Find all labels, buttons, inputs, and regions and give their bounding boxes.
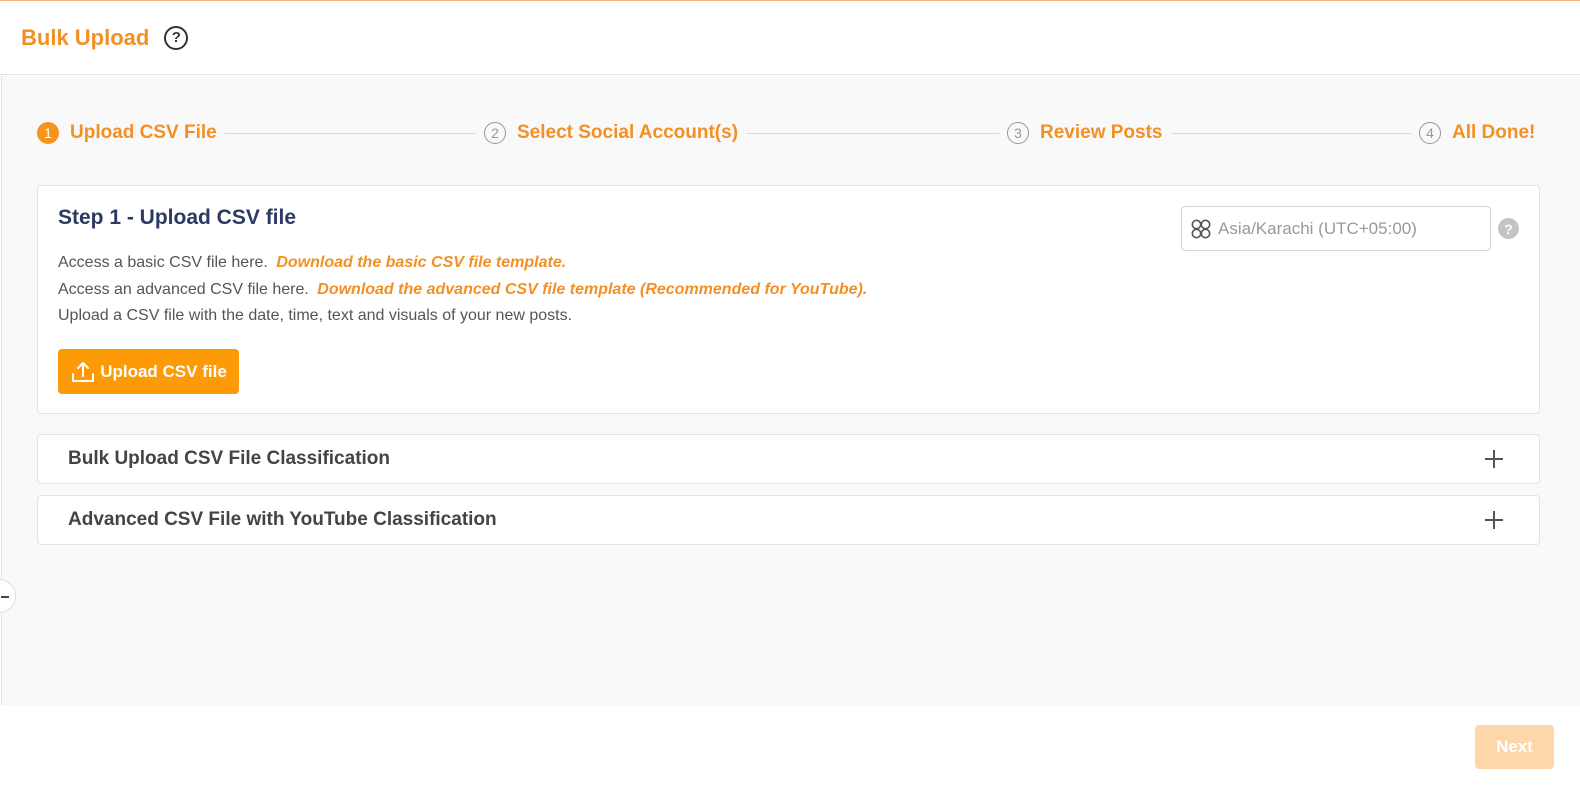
- timezone-value: Asia/Karachi (UTC+05:00): [1218, 218, 1417, 238]
- step-select-accounts[interactable]: 2 Select Social Account(s): [476, 121, 747, 145]
- page-title: Bulk Upload: [21, 24, 150, 50]
- step-upload-csv[interactable]: 1 Upload CSV File: [37, 121, 225, 145]
- upload-icon: [72, 361, 95, 382]
- globe-icon: [1191, 219, 1211, 238]
- basic-template-text: Access a basic CSV file here.: [58, 254, 268, 271]
- card-title: Step 1 - Upload CSV file: [58, 206, 297, 229]
- step-connector: [222, 133, 477, 134]
- timezone-select[interactable]: Asia/Karachi (UTC+05:00): [1181, 206, 1491, 251]
- page-header: Bulk Upload ?: [0, 1, 1580, 75]
- accordion-title: Bulk Upload CSV File Classification: [68, 448, 391, 469]
- upload-csv-label: Upload CSV file: [100, 361, 227, 381]
- step-number: 2: [484, 122, 506, 144]
- advanced-template-line: Access an advanced CSV file here. Downlo…: [58, 281, 867, 299]
- step-label: Review Posts: [1040, 122, 1163, 143]
- minus-icon: [1, 596, 9, 598]
- accordion-bulk-upload-classification[interactable]: Bulk Upload CSV File Classification: [37, 434, 1540, 484]
- next-button[interactable]: Next: [1475, 725, 1554, 769]
- step-number: 1: [37, 122, 59, 144]
- upload-instructions: Upload a CSV file with the date, time, t…: [58, 307, 573, 324]
- step-label: All Done!: [1452, 122, 1536, 143]
- upload-csv-card: Step 1 - Upload CSV file Access a basic …: [37, 185, 1540, 414]
- step-all-done[interactable]: 4 All Done!: [1411, 121, 1536, 145]
- accordion-youtube-classification[interactable]: Advanced CSV File with YouTube Classific…: [37, 495, 1540, 545]
- step-connector: [744, 133, 1000, 134]
- main-content: 1 Upload CSV File 2 Select Social Accoun…: [1, 76, 1580, 705]
- help-circle-icon[interactable]: ?: [164, 25, 189, 50]
- step-connector: [1158, 133, 1412, 134]
- plus-icon[interactable]: [1483, 509, 1505, 531]
- upload-csv-button[interactable]: Upload CSV file: [58, 349, 239, 394]
- accordion-title: Advanced CSV File with YouTube Classific…: [68, 509, 497, 530]
- step-label: Upload CSV File: [70, 122, 217, 143]
- step-label: Select Social Account(s): [517, 122, 739, 143]
- step-number: 4: [1419, 122, 1441, 144]
- plus-icon[interactable]: [1483, 448, 1505, 470]
- advanced-template-text: Access an advanced CSV file here.: [58, 281, 309, 298]
- step-review-posts[interactable]: 3 Review Posts: [999, 121, 1171, 145]
- download-basic-template-link[interactable]: Download the basic CSV file template.: [276, 254, 566, 271]
- download-advanced-template-link[interactable]: Download the advanced CSV file template …: [317, 281, 867, 298]
- timezone-help-icon[interactable]: ?: [1498, 218, 1519, 239]
- step-number: 3: [1007, 122, 1029, 144]
- basic-template-line: Access a basic CSV file here. Download t…: [58, 254, 566, 272]
- stepper: 1 Upload CSV File 2 Select Social Accoun…: [37, 121, 1536, 145]
